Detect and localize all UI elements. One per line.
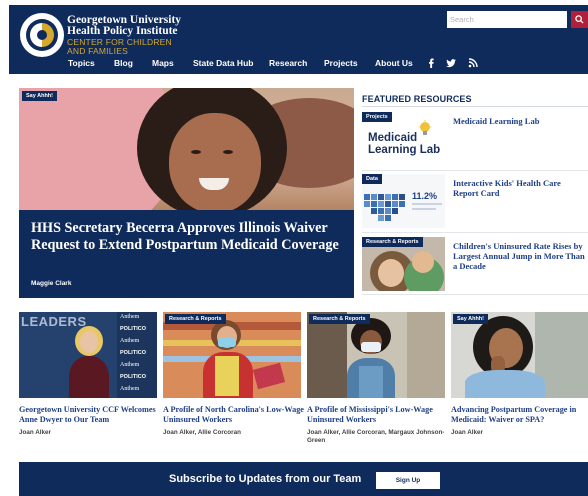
card-image[interactable]: Say Ahhh!	[451, 312, 588, 398]
card-author: Joan Alker	[19, 429, 51, 436]
nav-blog[interactable]: Blog	[114, 58, 133, 68]
featured-item[interactable]: Research & Reports Children's Uninsured …	[362, 237, 588, 293]
featured-divider	[362, 170, 588, 171]
featured-tag[interactable]: Data	[362, 174, 382, 184]
facebook-icon[interactable]	[425, 57, 437, 69]
card-image[interactable]: Research & Reports	[163, 312, 301, 398]
featured-divider	[362, 294, 588, 295]
card-tag[interactable]: Research & Reports	[309, 314, 370, 324]
org-subname[interactable]: Health Policy Institute	[67, 25, 178, 37]
featured-thumb[interactable]: Projects Medicaid Learning Lab	[362, 112, 445, 166]
featured-thumb[interactable]: Research & Reports	[362, 237, 445, 291]
featured-heading: FEATURED RESOURCES	[362, 94, 472, 104]
site-header: Georgetown University Health Policy Inst…	[9, 5, 588, 74]
hero-story[interactable]: Say Ahhh! HHS Secretary Becerra Approves…	[19, 88, 354, 298]
sign-up-button[interactable]: Sign Up	[376, 472, 440, 489]
card-title[interactable]: Georgetown University CCF Welcomes Anne …	[19, 405, 161, 424]
search-input[interactable]	[447, 11, 567, 28]
card-image[interactable]: Research & Reports	[307, 312, 445, 398]
featured-rule	[362, 106, 588, 107]
featured-tag[interactable]: Research & Reports	[362, 237, 423, 247]
hero-title[interactable]: HHS Secretary Becerra Approves Illinois …	[31, 220, 346, 254]
card-title[interactable]: A Profile of Mississippi's Low-Wage Unin…	[307, 405, 449, 424]
search-button[interactable]	[571, 11, 588, 28]
twitter-icon[interactable]	[445, 57, 457, 69]
subscribe-banner: Subscribe to Updates from our Team Sign …	[19, 462, 588, 496]
us-map-icon	[364, 194, 405, 221]
hero-tag[interactable]: Say Ahhh!	[22, 91, 57, 101]
hero-image[interactable]	[19, 88, 354, 210]
lightbulb-icon	[418, 120, 432, 135]
center-name-2: AND FAMILIES	[67, 45, 128, 56]
featured-divider	[362, 232, 588, 233]
featured-link[interactable]: Interactive Kids' Health Care Report Car…	[453, 178, 588, 198]
subscribe-text: Subscribe to Updates from our Team	[169, 473, 362, 485]
nav-topics[interactable]: Topics	[68, 58, 95, 68]
featured-link[interactable]: Children's Uninsured Rate Rises by Large…	[453, 241, 588, 271]
nav-about-us[interactable]: About Us	[375, 58, 413, 68]
card-tag[interactable]: Say Ahhh!	[453, 314, 488, 324]
card-title[interactable]: A Profile of North Carolina's Low-Wage U…	[163, 405, 305, 424]
featured-item[interactable]: Data 11.2% Interactive Kids' Health Care…	[362, 174, 588, 230]
card-title[interactable]: Advancing Postpartum Coverage in Medicai…	[451, 405, 588, 424]
featured-tag[interactable]: Projects	[362, 112, 392, 122]
featured-link[interactable]: Medicaid Learning Lab	[453, 116, 588, 126]
featured-item[interactable]: Projects Medicaid Learning Lab Medicaid …	[362, 112, 588, 168]
hero-author: Maggie Clark	[31, 280, 72, 287]
nav-projects[interactable]: Projects	[324, 58, 358, 68]
card-author: Joan Alker, Allie Corcoran	[163, 429, 241, 436]
stat-value: 11.2%	[412, 191, 438, 201]
rss-icon[interactable]	[467, 57, 479, 69]
featured-thumb[interactable]: Data 11.2%	[362, 174, 445, 228]
card-author: Joan Alker	[451, 429, 483, 436]
nav-research[interactable]: Research	[269, 58, 307, 68]
nav-state-data-hub[interactable]: State Data Hub	[193, 58, 253, 68]
nav-maps[interactable]: Maps	[152, 58, 174, 68]
card-author: Joan Alker, Allie Corcoran, Margaux John…	[307, 429, 445, 444]
search-icon	[575, 15, 584, 24]
main-nav: Topics Blog Maps State Data Hub Research…	[9, 57, 588, 73]
card-image[interactable]: LEADERS Anthem POLITICO Anthem POLITICO …	[19, 312, 157, 398]
logo-icon[interactable]	[20, 13, 64, 57]
card-tag[interactable]: Research & Reports	[165, 314, 226, 324]
